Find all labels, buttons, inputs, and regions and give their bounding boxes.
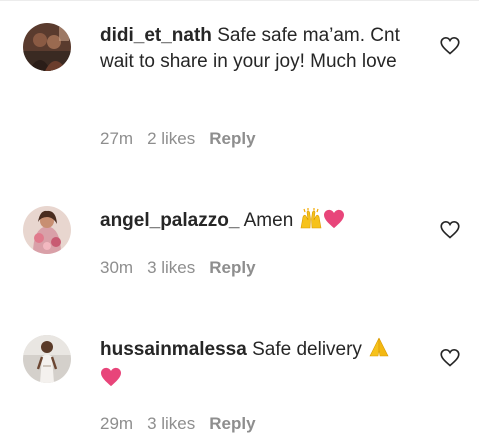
comment-username[interactable]: hussainmalessa (100, 339, 247, 360)
folded-hands-icon (367, 336, 391, 366)
comment-message: Safe delivery (252, 339, 362, 360)
like-heart-icon[interactable] (440, 348, 460, 368)
comment-text: hussainmalessa Safe delivery (100, 336, 418, 395)
reply-button[interactable]: Reply (209, 414, 255, 433)
comment-meta: 29m 3 likes Reply (100, 414, 270, 434)
comment-time: 29m (100, 414, 134, 433)
avatar-photo-icon (23, 335, 71, 383)
avatar[interactable] (23, 335, 71, 383)
comment-item: hussainmalessa Safe delivery 29m 3 likes R… (0, 0, 479, 444)
pink-heart-icon (100, 367, 122, 395)
comment-likes[interactable]: 3 likes (147, 414, 195, 433)
